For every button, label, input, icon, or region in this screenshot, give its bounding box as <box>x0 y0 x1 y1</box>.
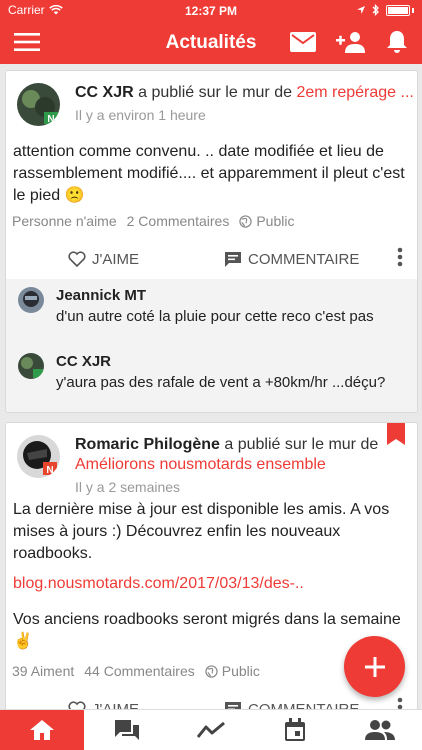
like-button[interactable]: J'AIME <box>68 251 139 268</box>
post-time: Il y a environ 1 heure <box>75 107 206 123</box>
people-icon <box>364 720 395 740</box>
post-actions: J'AIME COMMENTAIRE <box>6 691 417 710</box>
wall-link[interactable]: 2em repérage ... <box>296 84 413 101</box>
visibility-label: Public <box>256 213 295 229</box>
tab-calendar[interactable] <box>253 710 337 750</box>
likes-count[interactable]: 39 Aiment <box>12 663 74 679</box>
globe-icon <box>239 214 253 228</box>
post-time: Il y a 2 semaines <box>75 479 181 495</box>
news-feed[interactable]: N CC XJR a publié sur le mur de 2em repé… <box>0 70 422 710</box>
comment-text: y'aura pas des rafale de vent a +80km/hr… <box>56 374 386 391</box>
messages-icon <box>114 720 139 740</box>
visibility: Public <box>205 663 260 679</box>
status-bar: Carrier 12:37 PM <box>0 0 422 20</box>
likes-count[interactable]: Personne n'aime <box>12 213 117 229</box>
comment: Jeannick MT d'un autre coté la pluie pou… <box>18 287 407 327</box>
battery-icon <box>386 4 410 16</box>
globe-icon <box>205 664 218 678</box>
clock: 12:37 PM <box>184 4 238 18</box>
post-body: La dernière mise à jour est disponible l… <box>13 501 390 562</box>
comment-button[interactable]: COMMENTAIRE <box>224 251 359 268</box>
tab-messages[interactable] <box>84 710 168 750</box>
notifications-icon[interactable] <box>386 30 408 54</box>
comment-label: COMMENTAIRE <box>248 250 360 268</box>
svg-text:N: N <box>46 465 53 476</box>
tab-activity[interactable] <box>169 710 253 750</box>
post-body: attention comme convenu. .. date modifié… <box>13 143 405 204</box>
published-text: a publié sur le mur de <box>138 84 292 101</box>
calendar-icon <box>285 718 306 741</box>
app-header: Carrier 12:37 PM Actualités <box>0 0 422 64</box>
add-friend-icon[interactable] <box>336 31 366 53</box>
visibility: Public <box>239 213 294 229</box>
avatar[interactable] <box>18 287 44 313</box>
bookmark-icon[interactable] <box>387 423 405 450</box>
avatar[interactable]: N <box>17 435 60 478</box>
post-author[interactable]: Romaric Philogène <box>75 436 220 453</box>
comments-count[interactable]: 2 Commentaires <box>127 213 230 229</box>
comment-author[interactable]: CC XJR <box>56 353 111 370</box>
plus-icon <box>364 656 385 677</box>
post-card: N CC XJR a publié sur le mur de 2em repé… <box>5 70 418 413</box>
like-label: J'AIME <box>92 250 140 268</box>
activity-icon <box>197 721 225 738</box>
comment-text: d'un autre coté la pluie pour cette reco… <box>56 308 374 325</box>
post-author[interactable]: CC XJR <box>75 84 134 101</box>
nav-bar <box>0 20 422 64</box>
post-stats: Personne n'aime 2 Commentaires Public <box>12 213 407 229</box>
home-icon <box>30 720 55 740</box>
heart-icon <box>68 251 86 267</box>
tab-home[interactable] <box>0 710 85 750</box>
avatar[interactable] <box>18 353 44 379</box>
published-text: a publié sur le mur de <box>224 436 379 453</box>
svg-text:N: N <box>47 114 54 125</box>
comment-author[interactable]: Jeannick MT <box>56 287 146 304</box>
menu-icon[interactable] <box>14 33 40 51</box>
comment-icon <box>225 251 241 267</box>
comments-section: Jeannick MT d'un autre coté la pluie pou… <box>6 279 417 412</box>
post-link[interactable]: blog.nousmotards.com/2017/03/13/des-.. <box>13 573 407 595</box>
more-options-icon[interactable] <box>397 247 403 271</box>
comments-count[interactable]: 44 Commentaires <box>84 663 195 679</box>
post-actions: J'AIME COMMENTAIRE <box>6 241 417 277</box>
mail-icon[interactable] <box>290 32 316 52</box>
comment: CC XJR y'aura pas des rafale de vent a +… <box>18 353 407 393</box>
post-meta: CC XJR a publié sur le mur de 2em repéra… <box>75 83 414 125</box>
avatar[interactable]: N <box>17 83 60 126</box>
create-post-button[interactable] <box>344 636 405 697</box>
post-body-2: Vos anciens roadbooks seront migrés dans… <box>13 611 401 650</box>
post-meta: Romaric Philogène a publié sur le mur de… <box>75 435 405 497</box>
tab-people[interactable] <box>338 710 422 750</box>
wall-link[interactable]: Améliorons nousmotards ensemble <box>75 455 405 475</box>
tab-bar <box>0 709 422 750</box>
visibility-label: Public <box>221 663 260 679</box>
